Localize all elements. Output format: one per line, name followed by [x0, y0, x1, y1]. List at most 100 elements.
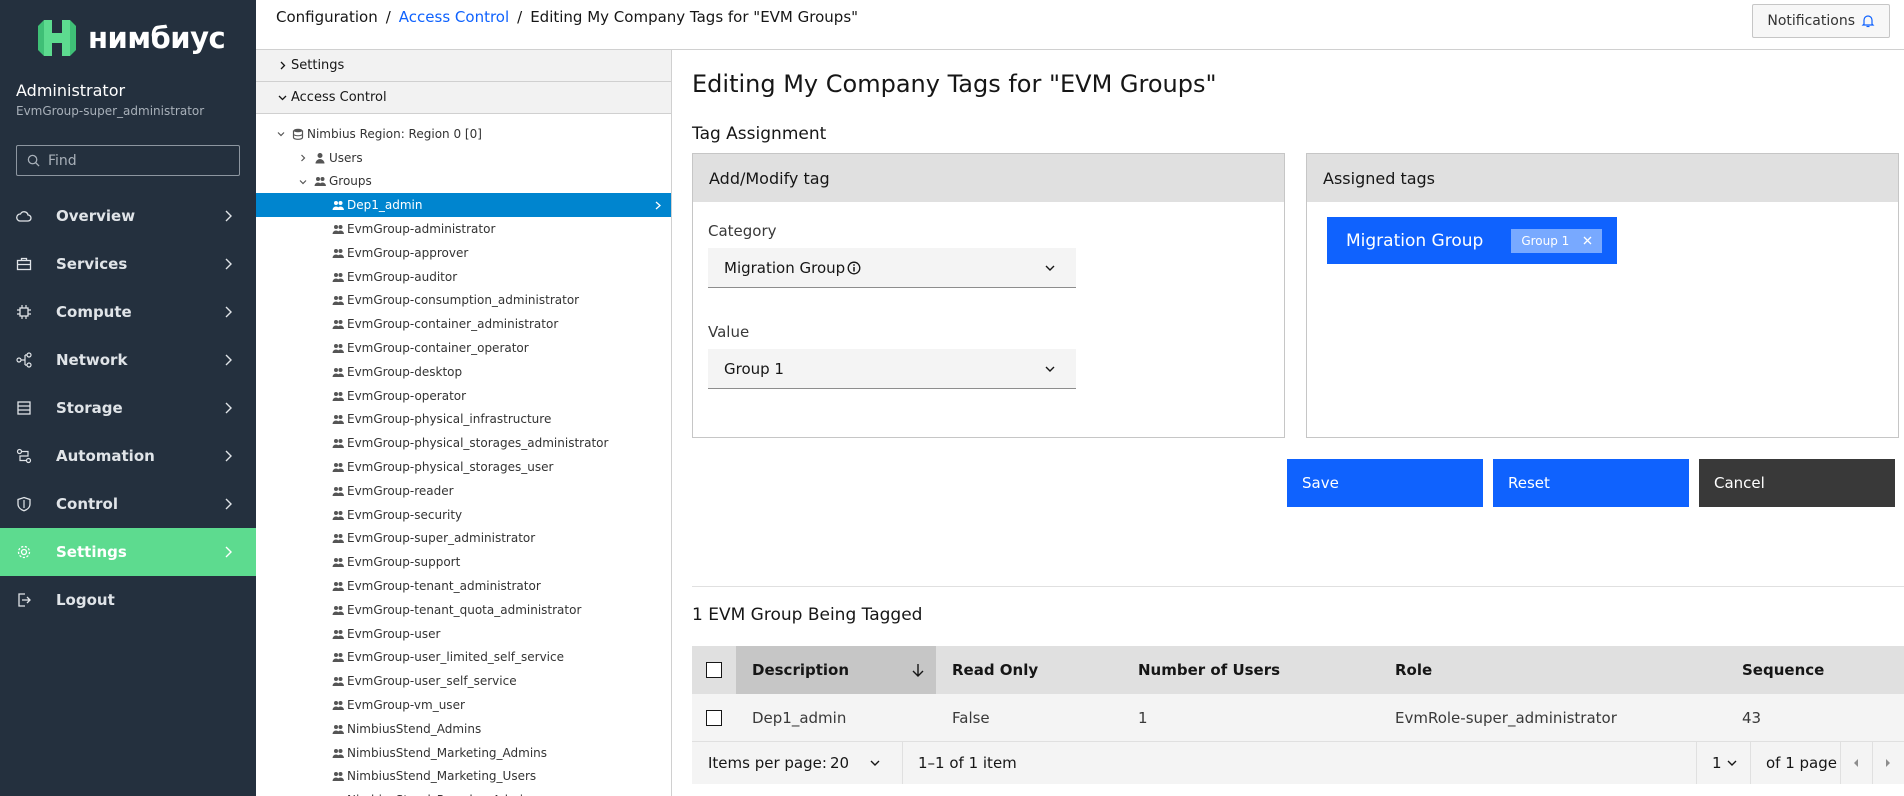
tree-node-group[interactable]: EvmGroup-user_self_service — [256, 669, 671, 693]
tree-node-label: Dep1_admin — [347, 198, 423, 213]
tree-node-group[interactable]: NimbiusStend_Marketing_Admins — [256, 741, 671, 765]
pagination-separator — [1696, 742, 1697, 784]
tree-node-group[interactable]: EvmGroup-desktop — [256, 360, 671, 384]
section-divider — [692, 586, 1904, 587]
nav-item-storage[interactable]: Storage — [0, 384, 256, 432]
tree-node-group[interactable]: EvmGroup-user_limited_self_service — [256, 646, 671, 670]
user-icon — [314, 152, 326, 164]
column-header-sequence[interactable]: Sequence — [1742, 646, 1824, 694]
category-select[interactable]: Migration Group — [708, 248, 1076, 288]
next-page-button[interactable] — [1872, 742, 1904, 784]
prev-page-button[interactable] — [1840, 742, 1872, 784]
table-row[interactable]: Dep1_admin False 1 EvmRole-super_adminis… — [692, 694, 1904, 742]
tree-node-group[interactable]: EvmGroup-physical_storages_user — [256, 455, 671, 479]
items-per-page-select[interactable]: 20 — [830, 742, 890, 784]
logo[interactable]: нимбиус — [34, 16, 226, 60]
nav-label: Logout — [56, 591, 115, 609]
tree-node-group[interactable]: EvmGroup-consumption_administrator — [256, 289, 671, 313]
column-header-role[interactable]: Role — [1395, 646, 1432, 694]
tree-node-group[interactable]: EvmGroup-security — [256, 503, 671, 527]
nav-item-network[interactable]: Network — [0, 336, 256, 384]
nav-item-settings[interactable]: Settings — [0, 528, 256, 576]
nav-item-overview[interactable]: Overview — [0, 192, 256, 240]
tree-node-label: EvmGroup-super_administrator — [347, 531, 536, 546]
page-select[interactable]: 1 — [1712, 742, 1738, 784]
column-header-number-of-users[interactable]: Number of Users — [1138, 646, 1280, 694]
nav-item-compute[interactable]: Compute — [0, 288, 256, 336]
select-all-checkbox[interactable] — [706, 662, 722, 678]
info-icon[interactable] — [847, 261, 861, 275]
tree-node-group[interactable]: EvmGroup-administrator — [256, 217, 671, 241]
chevron-right-icon — [301, 154, 306, 162]
tree-node-group[interactable]: EvmGroup-container_administrator — [256, 312, 671, 336]
pagination-range: 1–1 of 1 item — [918, 754, 1017, 772]
column-header-description[interactable]: Description — [736, 646, 936, 694]
group-icon — [332, 390, 344, 402]
network-icon — [16, 352, 32, 368]
tree-node-label: NimbiusStend_Admins — [347, 721, 482, 736]
tagged-groups-table: Description Read Only Number of Users Ro… — [692, 646, 1904, 784]
row-checkbox[interactable] — [706, 710, 722, 726]
tree-node-group[interactable]: EvmGroup-auditor — [256, 265, 671, 289]
tree-node-group[interactable]: EvmGroup-super_administrator — [256, 527, 671, 551]
tree-node-label: EvmGroup-user_limited_self_service — [347, 650, 564, 665]
group-icon — [332, 747, 344, 759]
tree-node-group[interactable]: EvmGroup-operator — [256, 384, 671, 408]
group-icon — [332, 271, 344, 283]
close-icon[interactable] — [1583, 236, 1592, 245]
category-value: Migration Group — [724, 258, 846, 277]
nav-item-automation[interactable]: Automation — [0, 432, 256, 480]
tree-node-label: EvmGroup-approver — [347, 245, 469, 260]
group-icon — [332, 461, 344, 473]
tree-node-group[interactable]: EvmGroup-physical_infrastructure — [256, 408, 671, 432]
tree-node-label: NimbiusStend_Marketing_Users — [347, 769, 537, 784]
tree-node-group[interactable]: NimbiusStend_Presales_Admins — [256, 788, 671, 796]
tree-node-users[interactable]: Users — [256, 146, 671, 170]
tree-node-group[interactable]: EvmGroup-container_operator — [256, 336, 671, 360]
tree-node-group[interactable]: EvmGroup-approver — [256, 241, 671, 265]
accordion-label: Settings — [291, 58, 345, 73]
breadcrumb-root: Configuration — [276, 8, 378, 26]
tree-node-label: EvmGroup-operator — [347, 388, 467, 403]
tree-node-group[interactable]: NimbiusStend_Admins — [256, 717, 671, 741]
tree-node-group[interactable]: EvmGroup-user — [256, 622, 671, 646]
group-icon — [332, 699, 344, 711]
group-icon — [332, 723, 344, 735]
search-icon — [27, 154, 40, 167]
value-select[interactable]: Group 1 — [708, 349, 1076, 389]
cancel-button[interactable]: Cancel — [1699, 459, 1895, 507]
tree-node-group[interactable]: EvmGroup-support — [256, 550, 671, 574]
tree-node-group[interactable]: EvmGroup-physical_storages_administrator — [256, 431, 671, 455]
tree-node-group[interactable]: EvmGroup-tenant_administrator — [256, 574, 671, 598]
section-title-tagged: 1 EVM Group Being Tagged — [692, 605, 923, 625]
tree-node-label: EvmGroup-tenant_administrator — [347, 579, 541, 594]
accordion-access-control[interactable]: Access Control — [256, 82, 671, 114]
save-button[interactable]: Save — [1287, 459, 1483, 507]
chevron-right-icon — [225, 546, 232, 558]
tree-node-label: Groups — [329, 174, 372, 189]
sort-arrow-down-icon — [912, 664, 924, 677]
column-header-read-only[interactable]: Read Only — [952, 646, 1038, 694]
accordion-settings[interactable]: Settings — [256, 50, 671, 82]
reset-button[interactable]: Reset — [1493, 459, 1689, 507]
tree-node-region[interactable]: Nimbius Region: Region 0 [0] — [256, 122, 671, 146]
tree-node-group[interactable]: EvmGroup-reader — [256, 479, 671, 503]
nav-item-logout[interactable]: Logout — [0, 576, 256, 624]
notifications-button[interactable]: Notifications — [1752, 4, 1890, 38]
tree-node-group[interactable]: EvmGroup-tenant_quota_administrator — [256, 598, 671, 622]
tree-node-label: EvmGroup-support — [347, 555, 461, 570]
group-icon — [332, 318, 344, 330]
search-input[interactable]: Find — [16, 145, 240, 176]
tree-node-group[interactable]: Dep1_admin — [256, 193, 671, 218]
breadcrumb-link-access-control[interactable]: Access Control — [399, 8, 509, 26]
sidebar: нимбиус Administrator EvmGroup-super_adm… — [0, 0, 256, 796]
chevron-down-icon — [870, 760, 880, 766]
nav-item-services[interactable]: Services — [0, 240, 256, 288]
chevron-down-icon — [299, 179, 307, 184]
page-value: 1 — [1712, 754, 1722, 772]
database-icon — [292, 128, 304, 140]
tree-node-group[interactable]: EvmGroup-vm_user — [256, 693, 671, 717]
tree-node-group[interactable]: NimbiusStend_Marketing_Users — [256, 765, 671, 789]
nav-item-control[interactable]: Control — [0, 480, 256, 528]
tree-node-groups[interactable]: Groups — [256, 170, 671, 194]
